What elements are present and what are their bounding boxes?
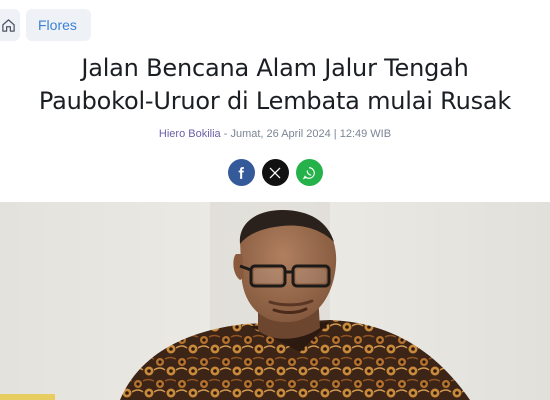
home-icon [2,18,15,32]
article-title-line-1: Jalan Bencana Alam Jalur Tengah [81,54,469,82]
share-whatsapp-button[interactable] [295,159,323,186]
x-icon [269,167,281,178]
author-link[interactable]: Hiero Bokilia [159,128,221,140]
breadcrumb: Flores [0,9,91,41]
share-bar [0,159,550,186]
whatsapp-icon [302,166,315,179]
publish-date: Jumat, 26 April 2024 | 12:49 WIB [230,128,392,140]
article-photo [0,202,550,400]
breadcrumb-category-link[interactable]: Flores [26,9,91,41]
home-button[interactable] [0,9,20,41]
article-meta: Hiero Bokilia - Jumat, 26 April 2024 | 1… [0,128,550,140]
share-facebook-button[interactable] [227,159,255,186]
article-title-line-2: Paubokol-Uruor di Lembata mulai Rusak [38,87,512,115]
meta-separator: - [220,128,231,140]
share-x-button[interactable] [261,159,289,186]
article-title: Jalan Bencana Alam Jalur Tengah Paubokol… [0,52,550,118]
facebook-icon [238,166,244,179]
